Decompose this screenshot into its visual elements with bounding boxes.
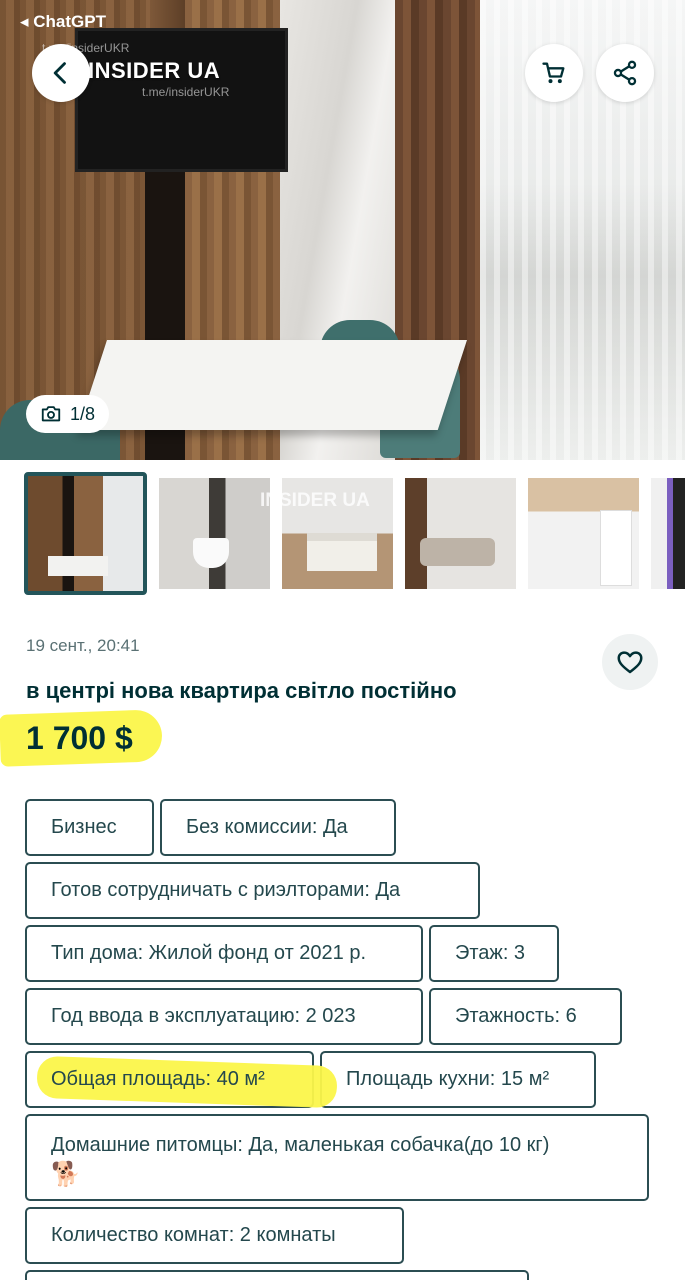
- thumb-fridge: [600, 510, 632, 586]
- tag-label: Год ввода в эксплуатацию: 2 023: [51, 1005, 356, 1027]
- heart-icon: [617, 651, 643, 674]
- photo-counter: 1/8: [26, 395, 110, 433]
- chevron-left-icon: [53, 62, 66, 84]
- tag-realtors: Готов сотрудничать с риэлторами: Да: [25, 862, 480, 919]
- watermark-brand: INSIDER UA: [88, 58, 221, 83]
- share-icon: [613, 60, 637, 86]
- thumbnail-4[interactable]: [405, 478, 516, 589]
- listing-date: 19 сент., 20:41: [26, 636, 140, 655]
- thumb-toilet: [193, 538, 229, 568]
- tag-label: Без комиссии: Да: [186, 816, 348, 838]
- tag-label: Этаж: 3: [455, 942, 526, 964]
- share-button[interactable]: [596, 44, 654, 102]
- thumb-bed: [307, 533, 377, 571]
- tag-no-commission: Без комиссии: Да: [160, 799, 396, 856]
- tag-business: Бизнес: [25, 799, 154, 856]
- status-back-app[interactable]: ◂ ChatGPT: [20, 12, 106, 32]
- camera-icon: [41, 406, 61, 422]
- thumbnail-2[interactable]: [159, 478, 270, 589]
- thumbnail-watermark: INSIDER UA: [260, 490, 370, 511]
- tag-house-type: Тип дома: Жилой фонд от 2021 р.: [25, 925, 423, 982]
- tag-label: Этажность: 6: [455, 1005, 577, 1027]
- thumbnail-1[interactable]: [24, 472, 147, 595]
- listing-title: в центрі нова квартира світло постійно: [26, 678, 457, 703]
- tag-rooms: Количество комнат: 2 комнаты: [25, 1207, 404, 1264]
- tag-label: Площадь кухни: 15 м²: [346, 1068, 550, 1090]
- tag-next-partial: [25, 1270, 529, 1280]
- back-button[interactable]: [32, 44, 90, 102]
- tag-label: Готов сотрудничать с риэлторами: Да: [51, 879, 401, 901]
- tag-label: Количество комнат: 2 комнаты: [51, 1224, 336, 1246]
- watermark-handle: t.me/insiderUKR: [142, 85, 230, 99]
- tag-floors-total: Этажность: 6: [429, 988, 622, 1045]
- cart-button[interactable]: [525, 44, 583, 102]
- photo-table: [77, 340, 467, 430]
- thumbnail-6[interactable]: [651, 478, 685, 589]
- thumb-table: [48, 556, 108, 576]
- tag-label: Общая площадь: 40 м²: [51, 1068, 265, 1090]
- thumb-sofa: [420, 538, 495, 566]
- tag-floor: Этаж: 3: [429, 925, 559, 982]
- tag-label: Бизнес: [51, 816, 117, 838]
- tag-label: Домашние питомцы: Да, маленькая собачка(…: [51, 1134, 550, 1156]
- tag-total-area: Общая площадь: 40 м²: [25, 1051, 338, 1109]
- photo-counter-text: 1/8: [70, 403, 96, 424]
- tag-kitchen-area: Площадь кухни: 15 м²: [320, 1051, 596, 1108]
- tag-label: Тип дома: Жилой фонд от 2021 р.: [51, 942, 367, 964]
- dog-icon: 🐕: [51, 1161, 81, 1188]
- tag-year-built: Год ввода в эксплуатацию: 2 023: [25, 988, 423, 1045]
- favorite-button[interactable]: [602, 634, 658, 690]
- tag-pets: Домашние питомцы: Да, маленькая собачка(…: [25, 1114, 649, 1201]
- listing-price: 1 700 $: [26, 720, 133, 756]
- cart-icon: [542, 62, 565, 84]
- thumbnail-5[interactable]: [528, 478, 639, 589]
- main-photo[interactable]: ◂ ChatGPT t.me/insiderUKR INSIDER UA t.m…: [0, 0, 685, 460]
